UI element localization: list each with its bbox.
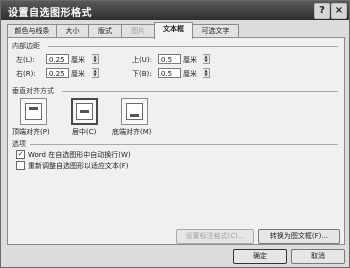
dialog-title: 设置自选图形格式 <box>8 8 92 19</box>
cancel-button[interactable]: 取消 <box>291 249 345 264</box>
bottom-margin-label: 下(B): <box>132 70 152 78</box>
bottom-margin-unit: 厘米 <box>183 70 197 78</box>
spin-down-icon[interactable]: ▼ <box>92 73 98 77</box>
divider <box>30 144 338 145</box>
right-margin-unit: 厘米 <box>71 70 85 78</box>
format-callout-button: 设置标注格式(C)... <box>176 229 254 244</box>
align-top-button[interactable] <box>20 98 47 125</box>
spin-down-icon[interactable]: ▼ <box>203 73 209 77</box>
align-bottom-button[interactable] <box>121 98 148 125</box>
tab-size[interactable]: 大小 <box>56 24 89 38</box>
align-bottom-label: 底端对齐(M) <box>112 128 152 136</box>
resize-label[interactable]: 重新调整自选图形以适应文本(F) <box>28 161 129 171</box>
tab-layout[interactable]: 版式 <box>88 24 122 38</box>
bottom-margin-input[interactable]: 0.5 <box>158 68 181 78</box>
align-top-icon <box>25 103 42 120</box>
tab-textbox[interactable]: 文本框 <box>154 22 193 39</box>
ok-button[interactable]: 确定 <box>233 249 287 264</box>
tab-alt-text[interactable]: 可选文字 <box>192 24 239 38</box>
right-margin-label: 右(R): <box>16 70 36 78</box>
align-bottom-icon <box>126 103 143 120</box>
align-middle-label: 居中(C) <box>72 128 97 136</box>
spin-down-icon[interactable]: ▼ <box>92 59 98 63</box>
wrap-label[interactable]: Word 在自选图形中自动换行(W) <box>28 150 131 160</box>
right-margin-input[interactable]: 0.25 <box>46 68 69 78</box>
left-margin-label: 左(L): <box>16 56 35 64</box>
right-margin-spinner[interactable]: ▲ ▼ <box>92 68 99 78</box>
spin-down-icon[interactable]: ▼ <box>203 59 209 63</box>
tab-picture: 图片 <box>121 24 155 38</box>
left-margin-unit: 厘米 <box>71 56 85 64</box>
left-margin-input[interactable]: 0.25 <box>46 54 69 64</box>
left-margin-spinner[interactable]: ▲ ▼ <box>92 54 99 64</box>
margins-heading: 内部边距 <box>12 42 40 50</box>
align-middle-button[interactable] <box>71 98 98 125</box>
align-middle-icon <box>76 103 93 120</box>
divider <box>62 91 338 92</box>
top-margin-unit: 厘米 <box>183 56 197 64</box>
divider <box>48 46 338 47</box>
textbox-panel: 内部边距 左(L): 0.25 厘米 ▲ ▼ 右(R): 0.25 厘米 ▲ ▼ 上… <box>7 37 345 245</box>
tab-strip: 颜色与线条 大小 版式 图片 文本框 可选文字 <box>7 22 343 39</box>
bottom-margin-spinner[interactable]: ▲ ▼ <box>203 68 210 78</box>
align-top-label: 顶端对齐(P) <box>12 128 50 136</box>
help-icon[interactable]: ? <box>314 3 330 19</box>
resize-checkbox[interactable] <box>16 161 25 170</box>
tab-colors-lines[interactable]: 颜色与线条 <box>7 24 57 38</box>
format-autoshape-dialog: 设置自选图形格式 ? × 颜色与线条 大小 版式 图片 文本框 可选文字 内部边… <box>0 0 350 268</box>
top-margin-input[interactable]: 0.5 <box>158 54 181 64</box>
convert-to-frame-button[interactable]: 转换为图文框(F)... <box>258 229 340 244</box>
title-bar[interactable]: 设置自选图形格式 ? × <box>1 1 349 20</box>
top-margin-spinner[interactable]: ▲ ▼ <box>203 54 210 64</box>
close-icon[interactable]: × <box>331 3 347 19</box>
wrap-checkbox[interactable]: ✓ <box>16 150 25 159</box>
top-margin-label: 上(U): <box>132 56 152 64</box>
valign-heading: 垂直对齐方式 <box>12 87 54 95</box>
options-heading: 选项 <box>12 140 26 148</box>
